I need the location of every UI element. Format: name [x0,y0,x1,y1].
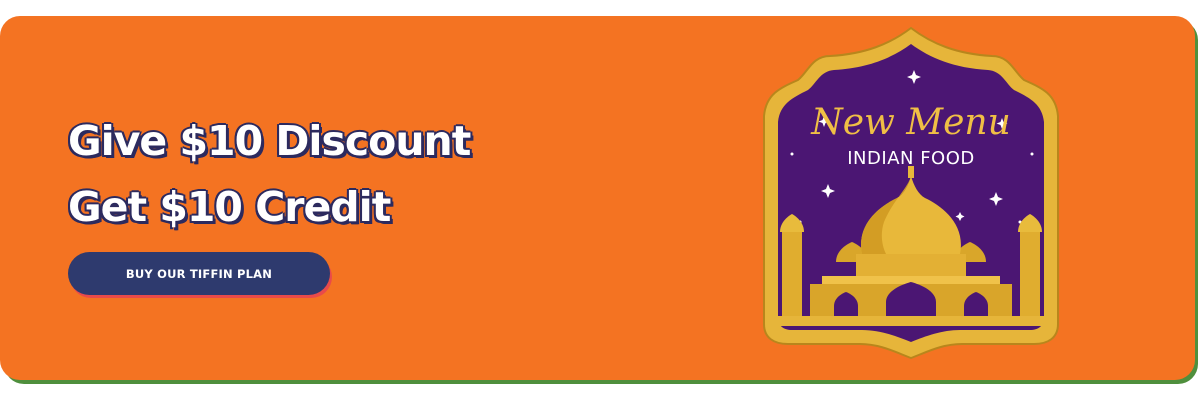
badge-title: New Menu [810,102,1011,143]
badge-subtitle: INDIAN FOOD [847,148,975,169]
headline-line-1: Give $10 Discount [68,117,471,165]
new-menu-badge: New Menu INDIAN FOOD [763,26,1059,360]
promo-headline: Give $10 Discount Get $10 Credit [68,108,471,240]
buy-tiffin-plan-button[interactable]: BUY OUR TIFFIN PLAN [68,252,330,295]
headline-line-2: Get $10 Credit [68,183,391,231]
